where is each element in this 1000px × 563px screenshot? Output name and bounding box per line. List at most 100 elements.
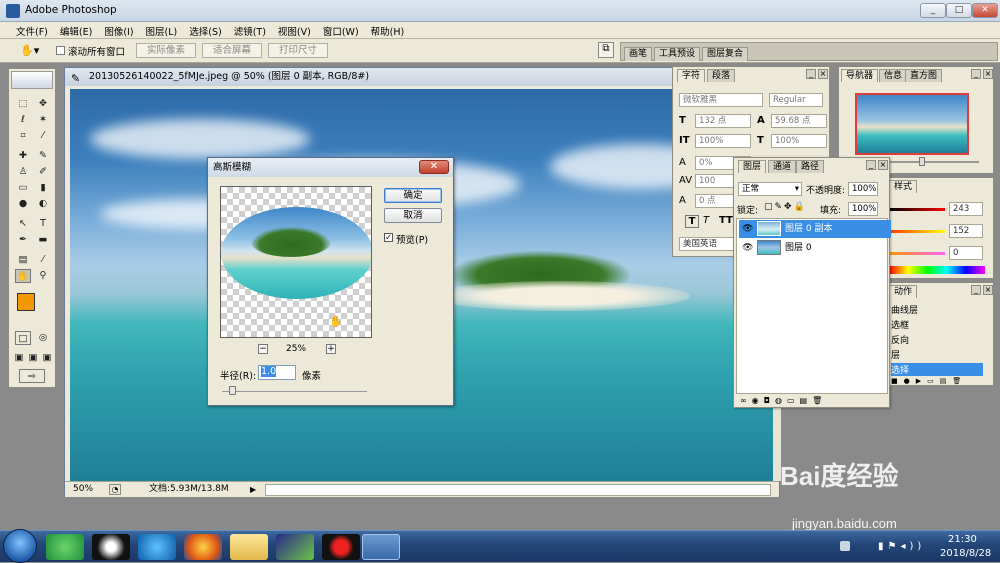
clone-stamp-icon[interactable]: ♙	[15, 165, 31, 179]
vertical-scale-field[interactable]: 100%	[695, 134, 751, 148]
ok-button[interactable]: 确定	[384, 188, 442, 203]
blue-slider[interactable]	[889, 252, 945, 255]
adobe-online-icon[interactable]	[11, 71, 53, 89]
action-item-selected[interactable]: 选择	[891, 363, 983, 376]
fit-screen-button[interactable]: 适合屏幕	[202, 43, 262, 58]
tab-histogram[interactable]: 直方图	[905, 69, 943, 82]
faux-bold-button[interactable]: T	[685, 215, 699, 228]
magic-wand-icon[interactable]: ✶	[35, 113, 51, 127]
standard-mode-icon[interactable]: □	[15, 331, 31, 345]
panel-close-icon[interactable]: ×	[983, 285, 993, 295]
menu-image[interactable]: 图像(I)	[98, 22, 139, 38]
print-size-button[interactable]: 打印尺寸	[268, 43, 328, 58]
tab-character[interactable]: 字符	[677, 69, 706, 82]
faux-italic-button[interactable]: T	[703, 215, 709, 226]
scroll-all-checkbox[interactable]	[56, 46, 65, 55]
navigator-slider-thumb[interactable]	[919, 157, 925, 166]
shape-tool-icon[interactable]: ▬	[35, 233, 51, 247]
tab-layer-comps[interactable]: 图层复合	[702, 47, 749, 61]
red-value[interactable]: 243	[949, 202, 983, 216]
menu-file[interactable]: 文件(F)	[10, 22, 54, 38]
eyedropper-icon[interactable]: ⁄	[35, 253, 51, 267]
close-button[interactable]: ✕	[972, 3, 998, 18]
leading-field[interactable]: 59.68 点	[771, 114, 827, 128]
slice-tool-icon[interactable]: ⁄	[35, 129, 51, 143]
blur-tool-icon[interactable]: ●	[15, 197, 31, 211]
blur-preview[interactable]: ✋	[220, 186, 372, 338]
font-style-select[interactable]: Regular	[769, 93, 823, 107]
menu-edit[interactable]: 编辑(E)	[54, 22, 98, 38]
green-value[interactable]: 152	[949, 224, 983, 238]
action-item[interactable]: 反向	[891, 333, 983, 346]
marquee-tool-icon[interactable]: ⬚	[15, 97, 31, 111]
preview-checkbox[interactable]: ✓	[384, 233, 393, 242]
font-family-select[interactable]: 微软雅黑	[679, 93, 763, 107]
actions-toolbar[interactable]: ■●▶▭▤🗑	[891, 377, 983, 385]
tab-info[interactable]: 信息	[879, 69, 908, 82]
panel-minimize-icon[interactable]: _	[971, 69, 981, 79]
gradient-tool-icon[interactable]: ▮	[35, 181, 51, 195]
eraser-tool-icon[interactable]: ▭	[15, 181, 31, 195]
red-slider[interactable]	[889, 208, 945, 211]
panel-minimize-icon[interactable]: _	[806, 69, 816, 79]
lasso-tool-icon[interactable]: ℓ	[15, 113, 31, 127]
panel-minimize-icon[interactable]: _	[971, 285, 981, 295]
tab-layers[interactable]: 图层	[738, 160, 767, 173]
history-brush-icon[interactable]: ✐	[35, 165, 51, 179]
panel-close-icon[interactable]: ×	[983, 69, 993, 79]
language-select[interactable]: 美国英语	[679, 237, 735, 251]
panel-minimize-icon[interactable]: _	[866, 160, 876, 170]
quickmask-mode-icon[interactable]: ◎	[35, 331, 51, 345]
actual-pixels-button[interactable]: 实际像素	[136, 43, 196, 58]
menu-select[interactable]: 选择(S)	[183, 22, 227, 38]
radius-input[interactable]: 1.0	[258, 365, 296, 380]
layer-row-selected[interactable]: 👁 图层 0 副本	[739, 220, 891, 238]
action-item[interactable]: 曲线层	[891, 303, 983, 316]
fill-field[interactable]: 100%	[848, 202, 878, 216]
dialog-close-icon[interactable]: ✕	[419, 160, 449, 174]
path-select-icon[interactable]: ↖	[15, 217, 31, 231]
eye-visibility-icon[interactable]: 👁	[742, 239, 753, 257]
screen-mode-3-icon[interactable]: ▣	[39, 351, 55, 365]
color-ramp[interactable]	[889, 266, 985, 274]
hand-tool-icon[interactable]: ✋▾	[20, 44, 39, 57]
menu-view[interactable]: 视图(V)	[272, 22, 317, 38]
zoom-level[interactable]: 50%	[73, 482, 93, 497]
panel-close-icon[interactable]: ×	[878, 160, 888, 170]
photoshop-task-icon[interactable]	[362, 534, 400, 560]
all-caps-button[interactable]: TT	[719, 215, 733, 226]
app-360-icon[interactable]	[46, 534, 84, 560]
tab-actions[interactable]: 动作	[889, 285, 918, 298]
tray-icons[interactable]: ▮⚑◂))	[878, 541, 925, 552]
maximize-button[interactable]: □	[946, 3, 972, 18]
menu-window[interactable]: 窗口(W)	[317, 22, 365, 38]
status-menu-arrow-icon[interactable]: ▶	[250, 482, 256, 497]
cancel-button[interactable]: 取消	[384, 208, 442, 223]
palette-well-icon[interactable]: ⧉	[598, 42, 614, 58]
lock-icons[interactable]: ▢✎✥🔒	[764, 202, 807, 212]
font-size-field[interactable]: 132 点	[695, 114, 751, 128]
green-slider[interactable]	[889, 230, 945, 233]
tab-paths[interactable]: 路径	[796, 160, 825, 173]
panel-close-icon[interactable]: ×	[818, 69, 828, 79]
recorder-icon[interactable]	[322, 534, 360, 560]
tab-brushes[interactable]: 画笔	[624, 47, 653, 61]
action-item[interactable]: 选框	[891, 318, 983, 331]
pen-tool-icon[interactable]: ✒	[15, 233, 31, 247]
jump-to-imageready-icon[interactable]: ⇨	[19, 369, 45, 383]
minimize-button[interactable]: _	[920, 3, 946, 18]
tab-tool-presets[interactable]: 工具预设	[654, 47, 701, 61]
zoom-out-button[interactable]: −	[258, 344, 268, 354]
tab-styles[interactable]: 样式	[889, 180, 918, 193]
type-tool-icon[interactable]: T	[35, 217, 51, 231]
move-tool-icon[interactable]: ✥	[35, 97, 51, 111]
app-icon[interactable]	[276, 534, 314, 560]
brush-tool-icon[interactable]: ✎	[35, 149, 51, 163]
blend-mode-select[interactable]: 正常 ▾	[738, 182, 802, 196]
layer-row[interactable]: 👁 图层 0	[739, 239, 891, 257]
menu-layer[interactable]: 图层(L)	[140, 22, 184, 38]
explorer-icon[interactable]	[230, 534, 268, 560]
eye-visibility-icon[interactable]: 👁	[742, 220, 753, 238]
start-button[interactable]	[3, 529, 37, 563]
opacity-field[interactable]: 100%	[848, 182, 878, 196]
